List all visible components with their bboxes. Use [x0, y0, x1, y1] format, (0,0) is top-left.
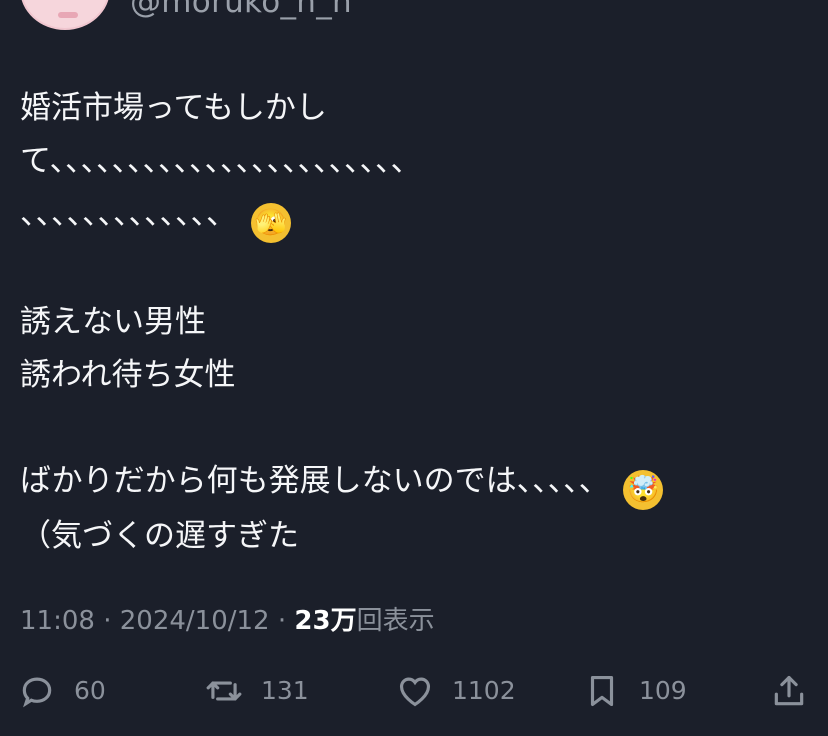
views-count[interactable]: 23万 — [294, 606, 356, 636]
retweet-icon — [206, 681, 242, 701]
peeking-face-emoji-icon: 🫣 — [250, 203, 291, 243]
reply-count: 60 — [74, 676, 106, 705]
action-bar: 60 131 1102 109 — [0, 668, 828, 714]
reply-button[interactable]: 60 — [18, 668, 106, 714]
tweet-line: 誘われ待ち女性 — [20, 357, 236, 393]
like-count: 1102 — [452, 676, 516, 705]
bookmark-icon — [590, 675, 614, 707]
tweet-line: （気づくの遅すぎた — [20, 518, 299, 554]
tweet-line: 、、、、、、、、、、、、、 — [20, 196, 237, 232]
tweet-text: 婚活市場ってもしかし て、、、、、、、、、、、、、、、、、、、、、、、 、、、、… — [20, 82, 810, 563]
retweet-count: 131 — [261, 676, 309, 705]
author-handle[interactable]: @moruko_n_n — [130, 0, 352, 20]
like-button[interactable]: 1102 — [396, 668, 516, 714]
meta-separator: · — [269, 606, 295, 636]
tweet-meta: 11:08 · 2024/10/12 · 23万回表示 — [20, 600, 435, 637]
views-label: 回表示 — [356, 606, 435, 636]
tweet-date[interactable]: 2024/10/12 — [120, 606, 270, 636]
exploding-head-emoji-icon: 🤯 — [623, 470, 664, 510]
tweet-line: ばかりだから何も発展しないのでは、、、、、 — [20, 463, 610, 499]
bookmark-count: 109 — [639, 676, 687, 705]
tweet-line: 誘えない男性 — [20, 304, 206, 340]
bookmark-button[interactable]: 109 — [583, 668, 687, 714]
avatar-decoration — [58, 12, 78, 18]
like-icon — [399, 677, 431, 707]
avatar[interactable] — [20, 0, 110, 30]
tweet-line: て、、、、、、、、、、、、、、、、、、、、、、、 — [20, 143, 422, 179]
meta-separator: · — [94, 606, 120, 636]
tweet-line: 婚活市場ってもしかし — [20, 90, 327, 126]
tweet-time[interactable]: 11:08 — [20, 606, 95, 636]
retweet-button[interactable]: 131 — [205, 668, 309, 714]
share-icon — [774, 675, 804, 706]
reply-icon — [22, 677, 52, 708]
share-button[interactable] — [770, 668, 826, 714]
